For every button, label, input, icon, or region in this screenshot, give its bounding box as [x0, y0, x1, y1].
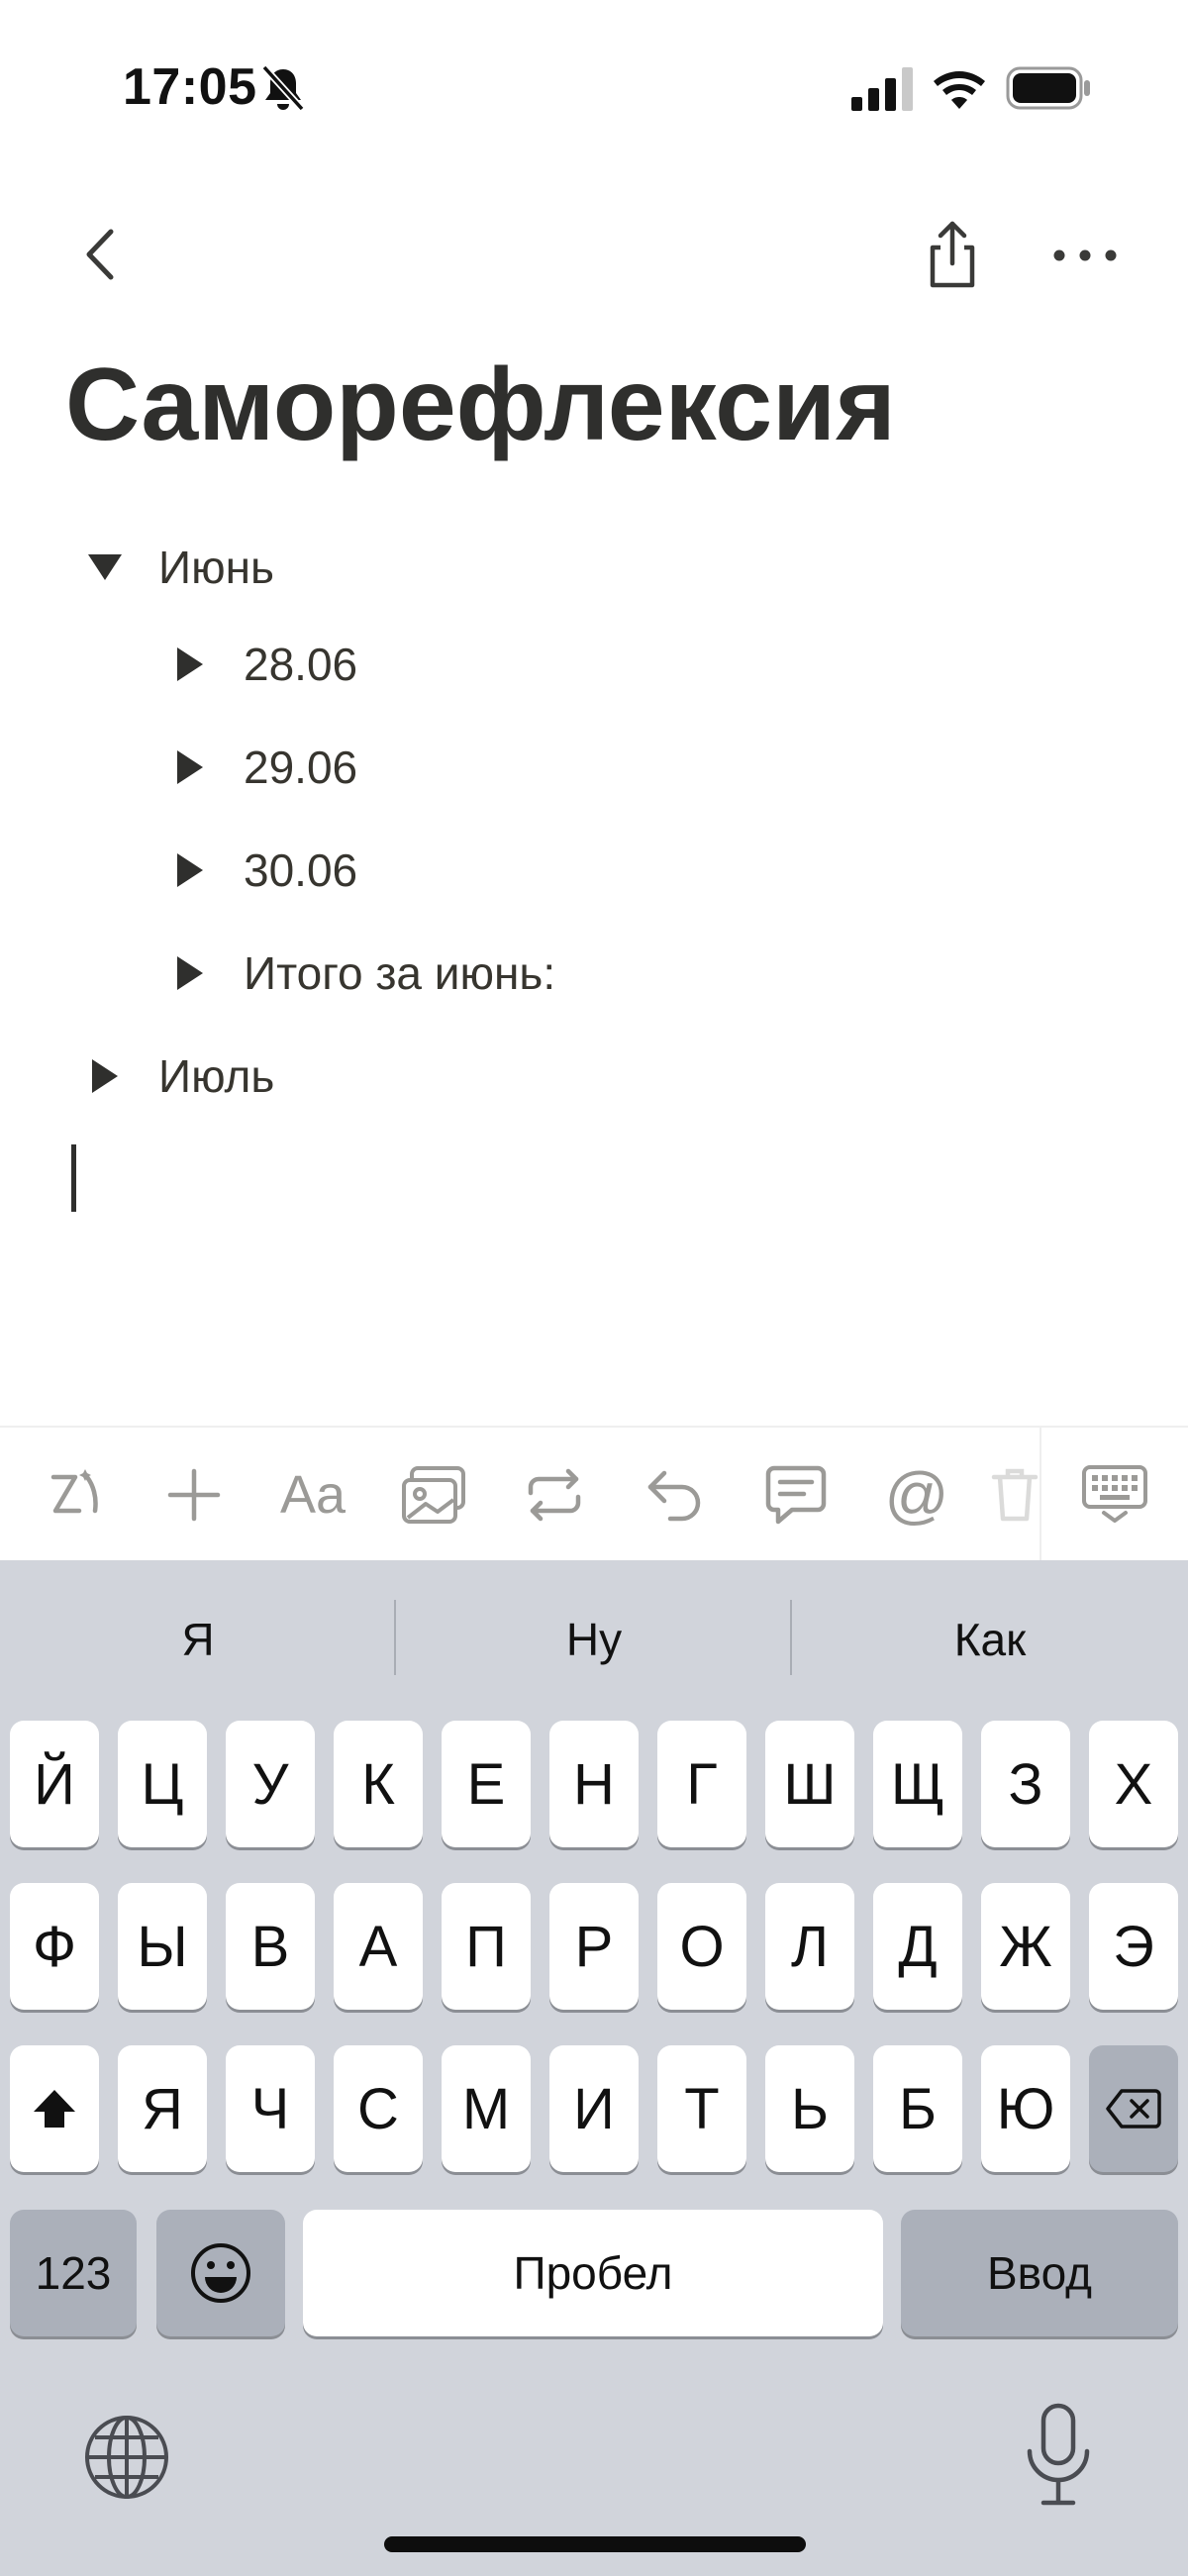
microphone-icon[interactable]	[1022, 2402, 1095, 2509]
home-indicator[interactable]	[384, 2536, 806, 2552]
key[interactable]: Б	[873, 2045, 962, 2172]
key[interactable]: Р	[549, 1883, 639, 2010]
undo-icon	[647, 1470, 701, 1522]
key[interactable]: Х	[1089, 1721, 1178, 1847]
turn-into-button[interactable]	[515, 1455, 594, 1535]
key[interactable]: Ф	[10, 1883, 99, 2010]
suggestion-3[interactable]: Как	[792, 1560, 1188, 1719]
key[interactable]: Ш	[765, 1721, 854, 1847]
key[interactable]: Ь	[765, 2045, 854, 2172]
battery-icon	[1006, 66, 1090, 110]
triangle-right-icon[interactable]	[170, 644, 210, 684]
status-time: 17:05	[123, 58, 257, 116]
key[interactable]: Е	[442, 1721, 531, 1847]
key[interactable]: Г	[657, 1721, 746, 1847]
key[interactable]: У	[226, 1721, 315, 1847]
key[interactable]: Й	[10, 1721, 99, 1847]
globe-icon[interactable]	[83, 2414, 170, 2501]
bell-slash-icon	[261, 64, 305, 112]
suggestion-2[interactable]: Ну	[396, 1560, 792, 1719]
key[interactable]: Э	[1089, 1883, 1178, 2010]
key[interactable]: И	[549, 2045, 639, 2172]
toggle-block-july[interactable]: Июль	[85, 1041, 274, 1111]
text-cursor[interactable]	[71, 1144, 76, 1212]
toggle-label: 29.06	[244, 742, 358, 793]
chevron-left-icon[interactable]	[71, 220, 131, 289]
key[interactable]: А	[334, 1883, 423, 2010]
triangle-down-icon[interactable]	[85, 547, 125, 587]
key[interactable]: Ю	[981, 2045, 1070, 2172]
key[interactable]: Т	[657, 2045, 746, 2172]
triangle-right-icon[interactable]	[170, 953, 210, 993]
text-format-button[interactable]: Aa	[273, 1455, 352, 1535]
key[interactable]: О	[657, 1883, 746, 2010]
key[interactable]: Ц	[118, 1721, 207, 1847]
mention-icon: @	[884, 1459, 949, 1531]
ai-sparkle-button[interactable]	[36, 1455, 115, 1535]
key[interactable]: П	[442, 1883, 531, 2010]
emoji-icon	[191, 2243, 250, 2303]
comment-icon	[765, 1465, 827, 1525]
space-key[interactable]: Пробел	[303, 2210, 883, 2336]
toggle-block-3006[interactable]: 30.06	[170, 836, 357, 905]
turn-into-icon	[528, 1468, 581, 1522]
toggle-label: 28.06	[244, 639, 358, 690]
keyboard-dismiss-icon	[1082, 1465, 1147, 1523]
toggle-block-2906[interactable]: 29.06	[170, 733, 357, 802]
suggestion-1[interactable]: Я	[0, 1560, 396, 1719]
key[interactable]: Ы	[118, 1883, 207, 2010]
formatting-toolbar: Aa @	[0, 1426, 1188, 1562]
keyboard: Я Ну Как Й Ц У К Е Н Г Ш Щ З Х Ф Ы В А П…	[0, 1560, 1188, 2576]
key[interactable]: К	[334, 1721, 423, 1847]
page-title[interactable]: Саморефлексия	[65, 347, 896, 464]
add-block-button[interactable]	[154, 1455, 234, 1535]
shift-key[interactable]	[10, 2045, 99, 2172]
ai-sparkle-icon	[50, 1469, 98, 1514]
share-icon[interactable]	[921, 218, 984, 291]
key[interactable]: Ч	[226, 2045, 315, 2172]
toggle-block-june-total[interactable]: Итого за июнь:	[170, 939, 555, 1008]
toggle-label: Июнь	[158, 542, 274, 593]
image-icon	[402, 1466, 465, 1524]
key[interactable]: Ж	[981, 1883, 1070, 2010]
key[interactable]: Н	[549, 1721, 639, 1847]
shift-icon	[34, 2090, 75, 2128]
numbers-key[interactable]: 123	[10, 2210, 137, 2336]
text-format-icon: Aa	[279, 1465, 346, 1525]
comment-button[interactable]	[756, 1455, 836, 1535]
key[interactable]: Л	[765, 1883, 854, 2010]
wifi-icon	[934, 71, 985, 109]
signal-icon	[851, 67, 913, 111]
plus-icon	[167, 1468, 221, 1522]
mention-button[interactable]: @	[877, 1455, 956, 1535]
more-horizontal-icon[interactable]	[1049, 234, 1121, 277]
backspace-icon	[1106, 2089, 1161, 2129]
triangle-right-icon[interactable]	[170, 747, 210, 787]
dismiss-keyboard-button[interactable]	[1075, 1455, 1154, 1535]
key[interactable]: В	[226, 1883, 315, 2010]
backspace-key[interactable]	[1089, 2045, 1178, 2172]
key[interactable]: Щ	[873, 1721, 962, 1847]
key[interactable]: Д	[873, 1883, 962, 2010]
insert-image-button[interactable]	[394, 1455, 473, 1535]
key[interactable]: М	[442, 2045, 531, 2172]
return-key[interactable]: Ввод	[901, 2210, 1178, 2336]
toggle-block-june[interactable]: Июнь	[85, 533, 274, 602]
trash-icon	[991, 1468, 1039, 1522]
emoji-key[interactable]	[156, 2210, 285, 2336]
key[interactable]: З	[981, 1721, 1070, 1847]
undo-button[interactable]	[636, 1455, 715, 1535]
toggle-block-2806[interactable]: 28.06	[170, 630, 357, 699]
triangle-right-icon[interactable]	[85, 1056, 125, 1096]
toggle-label: 30.06	[244, 844, 358, 896]
key[interactable]: Я	[118, 2045, 207, 2172]
key[interactable]: С	[334, 2045, 423, 2172]
status-bar: 17:05	[0, 0, 1188, 168]
toolbar-divider	[1040, 1428, 1041, 1562]
toggle-label: Итого за июнь:	[244, 947, 556, 999]
toggle-label: Июль	[158, 1050, 275, 1102]
triangle-right-icon[interactable]	[170, 850, 210, 890]
delete-button[interactable]	[990, 1455, 1040, 1535]
